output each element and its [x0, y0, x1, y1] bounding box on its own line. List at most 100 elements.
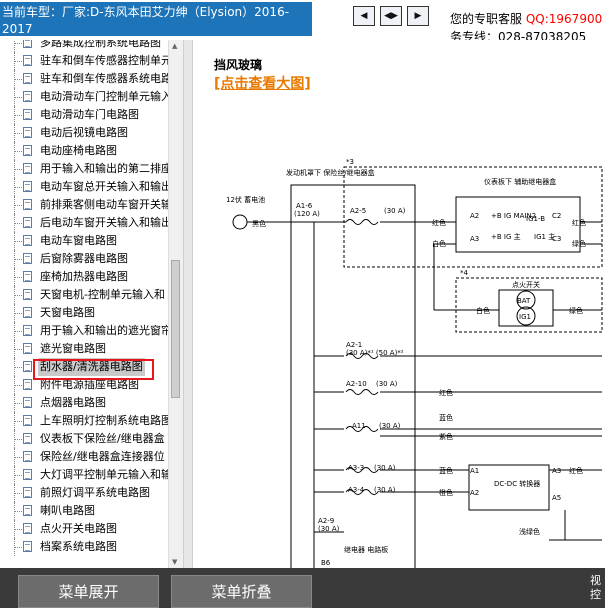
fuse-a16-label: A1-6	[296, 202, 313, 210]
view-large-link[interactable]: [点击查看大图]	[214, 73, 311, 93]
tree-item[interactable]: 前照灯调平系统电路图	[0, 484, 183, 502]
tree-item[interactable]: 档案系统电路图	[0, 538, 183, 556]
wire-white-2: 白色	[476, 306, 490, 315]
tree-item[interactable]: 电动滑动车门电路图	[0, 106, 183, 124]
tree-item[interactable]: 保险丝/继电器盒连接器位	[0, 448, 183, 466]
tree-connector	[14, 457, 22, 458]
bottom-bar: 菜单展开 菜单折叠 视控	[0, 568, 605, 608]
document-icon	[23, 55, 32, 66]
dcdc-label: DC-DC 转换器	[494, 479, 540, 488]
fuse-a33-label: A3-3	[348, 464, 364, 472]
document-icon	[23, 433, 32, 444]
dash-ig1b-label: IG1-B	[526, 215, 545, 223]
tree-item[interactable]: 上车照明灯控制系统电路图	[0, 412, 183, 430]
tree-item[interactable]: 多路集成控制系统电路图	[0, 40, 183, 52]
document-icon	[23, 40, 32, 48]
nav-next-button[interactable]: ▶	[407, 6, 429, 26]
fuse-a11-amp: (30 A)	[379, 422, 401, 430]
scroll-thumb[interactable]	[171, 260, 180, 398]
tree-item[interactable]: 电动后视镜电路图	[0, 124, 183, 142]
fuse-a34-amp: (30 A)	[374, 486, 396, 494]
tree-item[interactable]: 电动车窗总开关输入和输出	[0, 178, 183, 196]
tree-item-label: 电动座椅电路图	[40, 144, 117, 157]
selected-highlight-box	[33, 359, 154, 380]
tree-item[interactable]: 前排乘客侧电动车窗开关输	[0, 196, 183, 214]
tree-item-label: 遮光窗电路图	[40, 342, 106, 355]
wire-purple-1: 紫色	[439, 432, 453, 441]
wire-red-4: 红色	[569, 466, 583, 475]
tree-item[interactable]: 驻车和倒车传感器控制单元	[0, 52, 183, 70]
tree-item[interactable]: 电动座椅电路图	[0, 142, 183, 160]
tree-item-label: 仪表板下保险丝/继电器盒	[40, 432, 165, 445]
fusebox-label: 发动机罩下 保险丝/继电器盒	[286, 168, 375, 177]
diagram-panel: 12伏 蓄电池 黑色 发动机罩下 保险丝/继电器盒 *3 *4 A1-6 (12…	[194, 40, 605, 568]
battery-symbol	[232, 214, 248, 230]
tree-item-label: 电动车窗电路图	[40, 234, 117, 247]
star4-label: *4	[460, 269, 469, 277]
pin-a5: A5	[552, 494, 561, 502]
tree-item[interactable]: 后窗除雾器电路图	[0, 250, 183, 268]
document-icon	[23, 127, 32, 138]
document-icon	[23, 163, 32, 174]
tree-item[interactable]: 座椅加热器电路图	[0, 268, 183, 286]
fuse-a29-amp: (30 A)	[318, 525, 340, 533]
document-icon	[23, 487, 32, 498]
tree-item[interactable]: 用于输入和输出的第二排座	[0, 160, 183, 178]
document-icon	[23, 361, 32, 372]
tree-item[interactable]: 仪表板下保险丝/继电器盒	[0, 430, 183, 448]
ign-label: 点火开关	[512, 280, 540, 289]
wire-blue-1: 蓝色	[439, 413, 453, 422]
menu-expand-button[interactable]: 菜单展开	[18, 575, 159, 608]
tree-connector	[14, 115, 22, 116]
tree-item[interactable]: 点火开关电路图	[0, 520, 183, 538]
scroll-up-icon[interactable]: ▲	[172, 42, 177, 50]
b6-label: B6	[321, 559, 331, 567]
qq-link[interactable]: QQ:1967900	[526, 12, 602, 26]
document-icon	[23, 73, 32, 84]
nav-prev-button[interactable]: ◀	[353, 6, 375, 26]
tree-item[interactable]: 天窗电路图	[0, 304, 183, 322]
tree-connector	[14, 151, 22, 152]
tree-item[interactable]: 大灯调平控制单元输入和输	[0, 466, 183, 484]
tree-connector	[14, 331, 22, 332]
tree-item[interactable]: 后电动车窗开关输入和输出	[0, 214, 183, 232]
bat-label: BAT	[517, 297, 531, 305]
tree-item[interactable]: 喇叭电路图	[0, 502, 183, 520]
document-icon	[23, 415, 32, 426]
tree-item-label: 后电动车窗开关输入和输出	[40, 216, 172, 229]
fuse-a210-label: A2-10	[346, 380, 367, 388]
nav-toggle-button[interactable]: ◀▶	[380, 6, 402, 26]
tree-item-label: 上车照明灯控制系统电路图	[40, 414, 172, 427]
tree-item-label: 电动后视镜电路图	[40, 126, 128, 139]
tree-item[interactable]: 遮光窗电路图	[0, 340, 183, 358]
tree-item[interactable]: 驻车和倒车传感器系统电路	[0, 70, 183, 88]
tree-item[interactable]: 天窗电机-控制单元输入和	[0, 286, 183, 304]
scroll-down-icon[interactable]: ▼	[172, 558, 177, 566]
tree-item[interactable]: 电动车窗电路图	[0, 232, 183, 250]
tree-item-label: 用于输入和输出的遮光窗帘	[40, 324, 172, 337]
tree-list: 多路集成控制系统电路图 驻车和倒车传感器控制单元 驻车和倒车传感器系统电路 电动滑动车…	[0, 40, 183, 556]
tree-item[interactable]: 用于输入和输出的遮光窗帘	[0, 322, 183, 340]
battery-label: 12伏 蓄电池	[226, 195, 265, 204]
pin-a2-dcdc: A2	[470, 489, 479, 497]
tree-item-label: 电动滑动车门电路图	[40, 108, 139, 121]
tree-connector	[14, 259, 22, 260]
document-icon	[23, 307, 32, 318]
tree-item-label: 用于输入和输出的第二排座	[40, 162, 172, 175]
tree-scrollbar[interactable]: ▲ ▼	[168, 40, 183, 568]
tree-item-label: 档案系统电路图	[40, 540, 117, 553]
menu-collapse-button[interactable]: 菜单折叠	[171, 575, 312, 608]
wire-green-1: 绿色	[572, 239, 586, 248]
wire-white-1: 白色	[432, 239, 446, 248]
star3-label: *3	[346, 158, 354, 166]
tree-item[interactable]: 点烟器电路图	[0, 394, 183, 412]
tree-connector	[14, 439, 22, 440]
tree-connector	[14, 277, 22, 278]
tree-connector	[14, 133, 22, 134]
fuse-a210-amp: (30 A)	[376, 380, 398, 388]
document-icon	[23, 325, 32, 336]
tree-item-label: 电动车窗总开关输入和输出	[40, 180, 172, 193]
panel-splitter[interactable]	[183, 40, 193, 568]
tree-item[interactable]: 电动滑动车门控制单元输入	[0, 88, 183, 106]
document-icon	[23, 217, 32, 228]
